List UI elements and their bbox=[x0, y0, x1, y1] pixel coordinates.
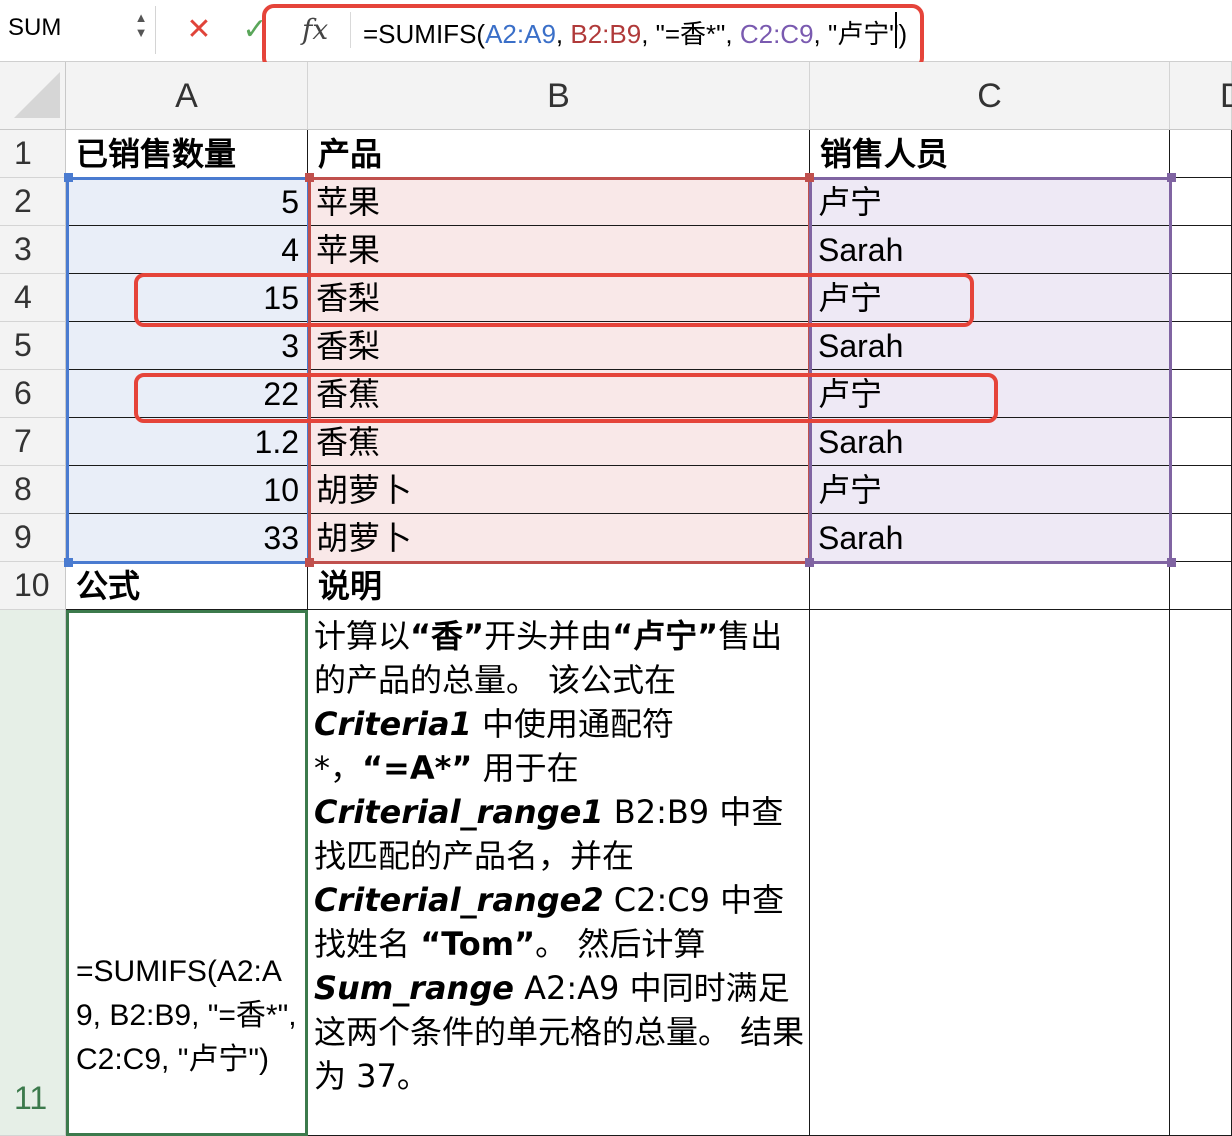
cell-a11-formula-text: =SUMIFS(A2:A9, B2:B9, "=香*", C2:C9, "卢宁"… bbox=[76, 955, 297, 1076]
description-segment: “=A*” bbox=[362, 749, 473, 787]
select-all-triangle-icon bbox=[14, 72, 60, 118]
row-header-11[interactable]: 11 bbox=[0, 610, 66, 1136]
cell-d10[interactable] bbox=[1170, 562, 1232, 610]
row-header-6[interactable]: 6 bbox=[0, 370, 66, 418]
cell-d8[interactable] bbox=[1170, 466, 1232, 514]
cell-c11[interactable] bbox=[810, 610, 1170, 1136]
column-header-a[interactable]: A bbox=[66, 62, 308, 130]
row-header-3[interactable]: 3 bbox=[0, 226, 66, 274]
name-box-value[interactable]: SUM bbox=[8, 14, 61, 42]
cell-d7[interactable] bbox=[1170, 418, 1232, 466]
row-header-10[interactable]: 10 bbox=[0, 562, 66, 610]
cell-b10[interactable]: 说明 bbox=[308, 562, 810, 610]
cell-d9[interactable] bbox=[1170, 514, 1232, 562]
cell-a1[interactable]: 已销售数量 bbox=[66, 130, 308, 178]
column-header-c[interactable]: C bbox=[810, 62, 1170, 130]
description-segment: “Tom” bbox=[420, 925, 536, 963]
cell-b1[interactable]: 产品 bbox=[308, 130, 810, 178]
row-header-1[interactable]: 1 bbox=[0, 130, 66, 178]
row-header-5[interactable]: 5 bbox=[0, 322, 66, 370]
range-handle-icon[interactable] bbox=[64, 558, 73, 567]
description-segment: Sum_range bbox=[314, 969, 514, 1007]
description-segment: 计算以 bbox=[314, 617, 411, 655]
row-header-9[interactable]: 9 bbox=[0, 514, 66, 562]
row-header-4[interactable]: 4 bbox=[0, 274, 66, 322]
description-segment: Criteria1 bbox=[314, 705, 472, 743]
range-handle-icon[interactable] bbox=[805, 558, 814, 567]
cell-d2[interactable] bbox=[1170, 178, 1232, 226]
match-highlight-row-4 bbox=[134, 273, 974, 327]
range-handle-icon[interactable] bbox=[305, 173, 314, 182]
range-handle-icon[interactable] bbox=[1167, 558, 1176, 567]
cell-d1[interactable] bbox=[1170, 130, 1232, 178]
cell-d4[interactable] bbox=[1170, 274, 1232, 322]
cancel-icon[interactable]: ✕ bbox=[185, 12, 213, 48]
range-outline-b2-b9 bbox=[308, 177, 811, 564]
range-handle-icon[interactable] bbox=[805, 173, 814, 182]
cell-c1[interactable]: 销售人员 bbox=[810, 130, 1170, 178]
description-segment: 用于在 bbox=[472, 749, 579, 787]
cell-a10[interactable]: 公式 bbox=[66, 562, 308, 610]
description-segment: 。 然后计算 bbox=[535, 925, 706, 963]
cell-d11[interactable] bbox=[1170, 610, 1232, 1136]
description-segment: Criterial_range1 bbox=[314, 793, 604, 831]
range-outline-c2-c9 bbox=[809, 177, 1172, 564]
cell-b11-description: 计算以“香”开头并由“卢宁”售出的产品的总量。 该公式在 Criteria1 中… bbox=[314, 614, 806, 1098]
range-handle-icon[interactable] bbox=[305, 558, 314, 567]
description-segment: 开头并由 bbox=[484, 617, 613, 655]
column-header-d[interactable]: D bbox=[1170, 62, 1232, 130]
row-header-2[interactable]: 2 bbox=[0, 178, 66, 226]
range-handle-icon[interactable] bbox=[64, 173, 73, 182]
description-segment: “卢宁” bbox=[612, 617, 719, 655]
row-header-7[interactable]: 7 bbox=[0, 418, 66, 466]
description-segment: “香” bbox=[410, 617, 485, 655]
row-header-8[interactable]: 8 bbox=[0, 466, 66, 514]
name-box-stepper-icon[interactable]: ▲ ▼ bbox=[131, 10, 151, 44]
formula-highlight-box bbox=[262, 4, 924, 70]
cell-d3[interactable] bbox=[1170, 226, 1232, 274]
range-outline-a2-a9 bbox=[66, 177, 310, 564]
description-segment: Criterial_range2 bbox=[314, 881, 604, 919]
cell-c10[interactable] bbox=[810, 562, 1170, 610]
match-highlight-row-6 bbox=[134, 373, 998, 423]
column-header-b[interactable]: B bbox=[308, 62, 810, 130]
cell-d6[interactable] bbox=[1170, 370, 1232, 418]
cell-d5[interactable] bbox=[1170, 322, 1232, 370]
range-handle-icon[interactable] bbox=[1167, 173, 1176, 182]
